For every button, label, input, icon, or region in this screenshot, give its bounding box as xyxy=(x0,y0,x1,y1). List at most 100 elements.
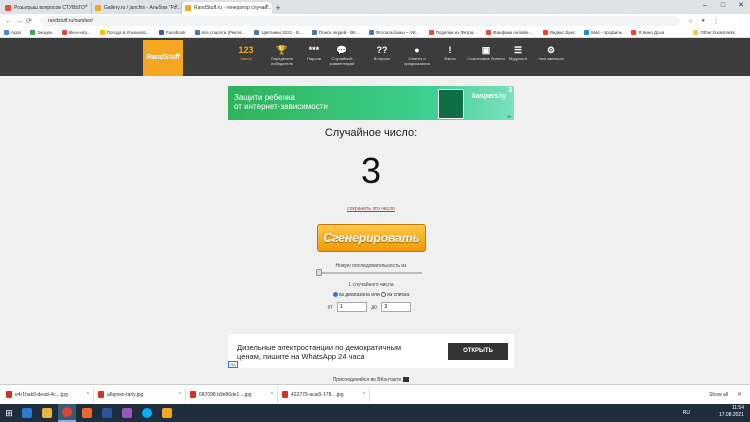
from-input[interactable] xyxy=(336,302,367,312)
bookmark-icon xyxy=(311,30,317,35)
site-logo[interactable]: RandStuff xyxy=(143,40,183,76)
ad-open-button[interactable]: ОТКРЫТЬ xyxy=(448,343,508,360)
bookmark-item[interactable]: Экоцен xyxy=(30,30,53,35)
language-indicator[interactable]: RU xyxy=(683,410,690,416)
reload-icon[interactable]: ⟳ xyxy=(24,17,34,25)
browser-tab-1[interactable]: Gallery.ru / janchis - Альбом "Ро... × xyxy=(92,2,182,14)
bookmark-icon xyxy=(99,30,105,35)
bookmark-icon xyxy=(368,30,374,35)
minimize-icon[interactable]: – xyxy=(696,0,714,12)
close-tab-icon[interactable]: × xyxy=(174,4,178,10)
nav-facts[interactable]: ! Факты xyxy=(430,44,470,61)
comment-icon: 💬 xyxy=(336,45,348,55)
bookmark-item[interactable]: Фанфики онлайн ... xyxy=(486,30,534,35)
chevron-up-icon[interactable]: ^ xyxy=(179,392,181,398)
ad-text: Защити ребенка от интернет-зависимости xyxy=(234,93,328,111)
favicon xyxy=(5,5,11,11)
bookmark-item[interactable]: Mail - профиль xyxy=(584,30,622,35)
back-icon[interactable]: ← xyxy=(4,18,14,25)
radio-list[interactable] xyxy=(381,292,387,298)
vk-icon xyxy=(403,377,410,383)
bookmark-item[interactable]: Я Кино Доха xyxy=(631,30,664,35)
explorer-icon[interactable] xyxy=(38,404,56,422)
ie-icon[interactable] xyxy=(18,404,36,422)
nav-questions[interactable]: ?? Вопросы xyxy=(362,44,402,61)
system-clock[interactable]: 11:54 17.08.2021 xyxy=(719,405,744,419)
maximize-icon[interactable]: □ xyxy=(714,0,732,12)
ad-banner-bottom[interactable]: Дизельные электростанции по демократичны… xyxy=(228,334,514,368)
bookmark-icon xyxy=(486,30,492,35)
bookmark-item[interactable]: Поиск людей - ВК... xyxy=(311,30,360,35)
bookmark-item[interactable]: Facebook xyxy=(158,30,186,35)
bookmark-icon xyxy=(194,30,200,35)
profile-icon[interactable]: ● xyxy=(701,18,705,24)
bookmark-item[interactable]: Погода в Ульяновс... xyxy=(99,30,150,35)
random-number: 3 xyxy=(360,150,382,191)
windows-start-icon[interactable]: ⊞ xyxy=(0,404,18,422)
to-input[interactable] xyxy=(381,302,412,312)
other-bookmarks[interactable]: Other bookmarks xyxy=(693,30,735,35)
browser-tab-0[interactable]: Розыгрыш вопросов СТУВЬТО × xyxy=(2,2,92,14)
bookmarks-bar: Apps Экоцен Ми-и-игр... Погода в Ульянов… xyxy=(0,28,750,38)
download-item[interactable]: 687098 b9e86de1....jpg ^ xyxy=(188,387,278,402)
ad-banner-top[interactable]: Защити ребенка от интернет-зависимости ka… xyxy=(228,86,514,120)
count-slider-track[interactable] xyxy=(318,272,422,274)
url-input[interactable]: randstuff.ru/number/ xyxy=(40,16,680,26)
bookmark-icon xyxy=(542,30,548,35)
bookmark-item[interactable]: Apps xyxy=(4,30,21,35)
question-icon: ?? xyxy=(376,45,388,55)
ad-info-icon[interactable]: i xyxy=(509,87,512,92)
chrome-icon[interactable] xyxy=(58,404,76,422)
tab-title: Розыгрыш вопросов СТУВЬТО xyxy=(14,5,85,11)
nav-todo[interactable]: ⚙ Чем заняться xyxy=(531,44,571,61)
to-label: до xyxy=(371,304,378,311)
bookmark-icon xyxy=(428,30,434,35)
bookmark-item[interactable]: Цветники 2021 - В... xyxy=(254,30,303,35)
bookmark-item[interactable]: Фотоальбомы ~ VK... xyxy=(368,30,420,35)
count-slider-handle[interactable] xyxy=(316,269,322,276)
close-window-icon[interactable]: ✕ xyxy=(732,0,750,12)
app-icon[interactable] xyxy=(158,404,176,422)
download-item[interactable]: 422779-acai9-178....jpg ^ xyxy=(280,387,370,402)
download-item[interactable]: a6qnwn-tariy.jpg ^ xyxy=(96,387,186,402)
ad-text: Дизельные электростанции по демократичны… xyxy=(237,343,402,361)
tab-title: Gallery.ru / janchis - Альбом "Ро... xyxy=(104,5,181,11)
menu-icon[interactable]: ⋮ xyxy=(713,18,719,25)
nav-number[interactable]: 123 Число xyxy=(226,44,266,61)
vk-join[interactable]: Присоединяйся во ВКонтакте xyxy=(228,377,514,383)
star-icon[interactable]: ☆ xyxy=(688,18,693,25)
radio-range[interactable] xyxy=(332,292,338,298)
media-icon[interactable] xyxy=(78,404,96,422)
image-file-icon xyxy=(282,391,288,398)
generate-button[interactable]: Сгенерировать xyxy=(317,224,426,252)
bookmark-item[interactable]: Поделки из Фетра... xyxy=(428,30,477,35)
facebook-icon xyxy=(158,30,164,35)
new-tab-button[interactable]: + xyxy=(272,2,284,14)
forward-icon[interactable]: → xyxy=(14,18,24,25)
bookmark-item[interactable]: Ми-и-игр... xyxy=(61,30,91,35)
word-icon[interactable] xyxy=(98,404,116,422)
save-number-link[interactable]: сохранить это число xyxy=(228,206,514,212)
skype-icon[interactable] xyxy=(138,404,156,422)
chevron-up-icon[interactable]: ^ xyxy=(363,392,365,398)
sequence-label: Новую последовательность из xyxy=(335,263,407,269)
bookmark-icon xyxy=(584,30,590,35)
activity-icon: ⚙ xyxy=(546,45,556,55)
close-tab-icon[interactable]: × xyxy=(84,4,88,10)
ad-brand: kaspersky xyxy=(472,93,507,100)
product-box-image xyxy=(438,89,464,119)
close-downloads-icon[interactable]: ✕ xyxy=(737,391,742,398)
nav-comment[interactable]: 💬 Случайный комментарий xyxy=(322,44,362,66)
paint-icon[interactable] xyxy=(118,404,136,422)
chevron-up-icon[interactable]: ^ xyxy=(271,392,273,398)
image-file-icon xyxy=(6,391,12,398)
browser-tab-2[interactable]: RandStuff.ru - генератор случай... × xyxy=(182,2,272,14)
download-item[interactable]: e4r1hak9-dead-4c....jpg ^ xyxy=(4,387,94,402)
show-all-downloads[interactable]: Show all xyxy=(709,392,728,398)
number-icon: 123 xyxy=(238,45,254,55)
close-tab-icon[interactable]: × xyxy=(265,4,269,10)
browser-tab-bar: Розыгрыш вопросов СТУВЬТО × Gallery.ru / … xyxy=(0,0,750,14)
bookmark-item[interactable]: Яндекс.Букс xyxy=(542,30,575,35)
bookmark-item[interactable]: все соцсети (Рекла... xyxy=(194,30,245,35)
chevron-up-icon[interactable]: ^ xyxy=(87,392,89,398)
